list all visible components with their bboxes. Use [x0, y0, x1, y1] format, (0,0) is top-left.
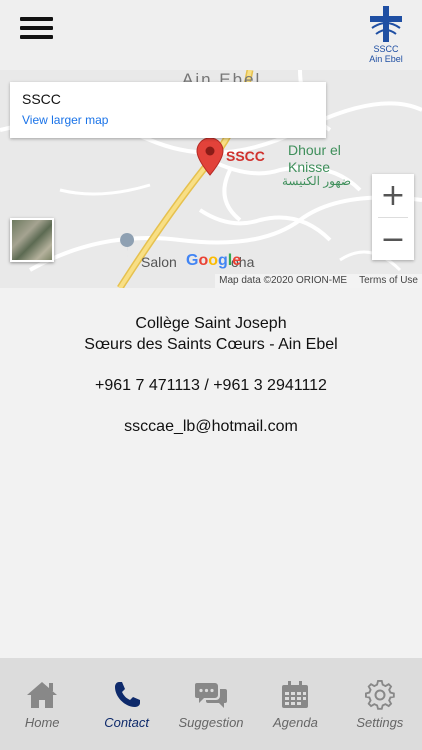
zoom-control: + − — [372, 174, 414, 260]
school-name: Collège Saint Joseph — [135, 315, 287, 332]
congregation-name: Sœurs des Saints Cœurs - Ain Ebel — [84, 336, 338, 353]
tab-home[interactable]: Home — [0, 658, 84, 750]
logo-text-line1: SSCC — [373, 44, 399, 54]
tab-settings[interactable]: Settings — [338, 658, 422, 750]
home-icon — [25, 680, 59, 710]
zoom-out-button[interactable]: − — [372, 218, 414, 261]
map-terms-link[interactable]: Terms of Use — [359, 275, 418, 287]
phone-icon — [110, 680, 144, 710]
map-data-credit: Map data ©2020 ORION-ME — [219, 275, 348, 286]
app-header: SSCC Ain Ebel — [0, 0, 422, 70]
embedded-map[interactable]: Ain Ebel Dhour el Knisse ضهور الكنيسة Sa… — [0, 70, 422, 288]
zoom-in-button[interactable]: + — [372, 174, 414, 217]
view-larger-map-link[interactable]: View larger map — [22, 113, 314, 127]
map-place-salon: Salon — [141, 254, 177, 270]
chat-bubbles-icon — [194, 680, 228, 710]
tab-home-label: Home — [24, 715, 60, 730]
tab-agenda-label: Agenda — [273, 715, 318, 730]
google-logo: Google — [186, 252, 242, 269]
contact-info: Collège Saint Joseph Sœurs des Saints Cœ… — [0, 288, 422, 658]
tab-contact-label: Contact — [104, 715, 150, 730]
satellite-toggle-thumbnail[interactable] — [10, 218, 54, 262]
bottom-tab-bar: Home Contact Suggestion Agenda Settings — [0, 658, 422, 750]
map-place-arabic: ضهور الكنيسة — [282, 174, 352, 188]
map-place-dhour-el-knisse: Dhour el Knisse — [288, 142, 341, 176]
school-logo: SSCC Ain Ebel — [364, 4, 408, 66]
tab-contact[interactable]: Contact — [84, 658, 168, 750]
phone-numbers[interactable]: +961 7 471113 / +961 3 2941112 — [0, 375, 422, 396]
cross-logo-icon — [370, 6, 402, 42]
map-marker-icon[interactable] — [196, 138, 224, 176]
hamburger-menu-icon[interactable] — [20, 17, 53, 39]
map-info-card: SSCC View larger map — [10, 82, 326, 138]
tab-agenda[interactable]: Agenda — [253, 658, 337, 750]
map-place-dhour-line1: Dhour el — [288, 142, 341, 158]
map-attribution: Map data ©2020 ORION-ME Terms of Use — [215, 274, 422, 288]
tab-suggestion[interactable]: Suggestion — [169, 658, 253, 750]
gear-icon — [363, 680, 397, 710]
map-marker-label: SSCC — [226, 148, 265, 164]
tab-suggestion-label: Suggestion — [178, 715, 244, 730]
email-address[interactable]: ssccae_lb@hotmail.com — [0, 416, 422, 437]
tab-settings-label: Settings — [356, 715, 404, 730]
map-card-title: SSCC — [22, 91, 61, 107]
logo-text-line2: Ain Ebel — [369, 54, 403, 64]
calendar-icon — [278, 680, 312, 710]
